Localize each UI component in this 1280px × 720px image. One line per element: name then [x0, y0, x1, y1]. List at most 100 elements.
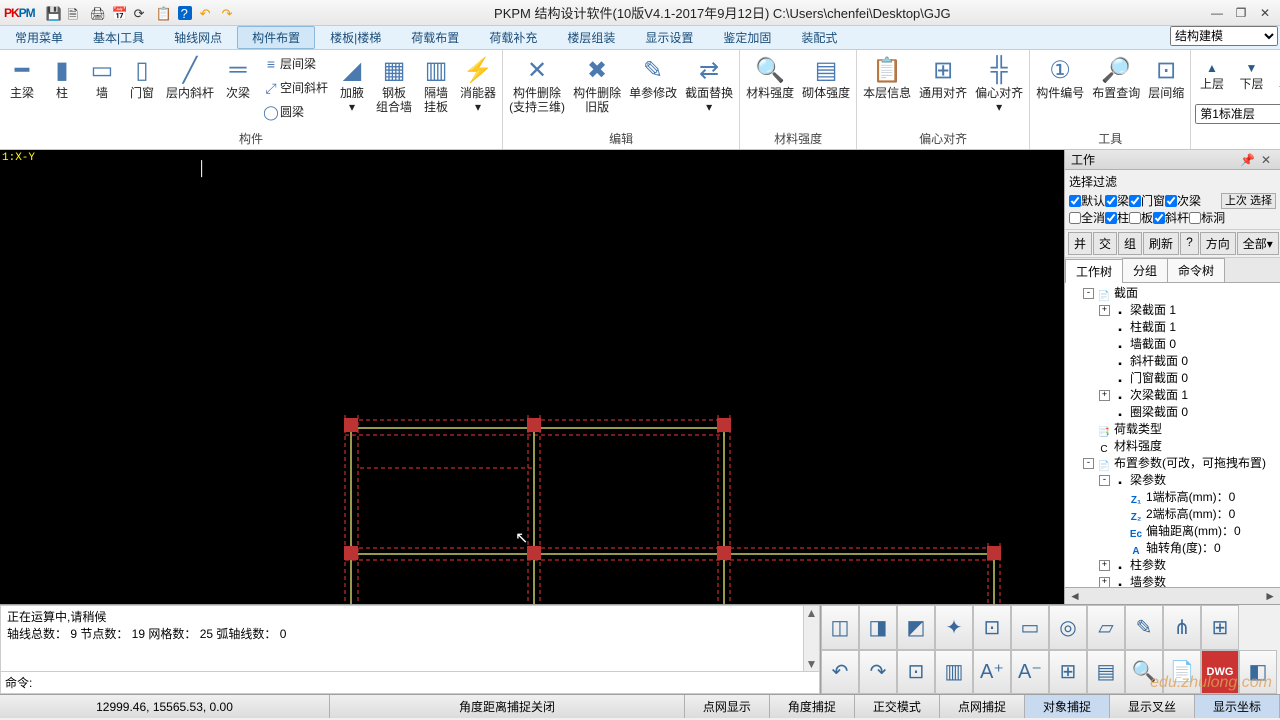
filter-全消[interactable]: 全消: [1069, 209, 1105, 226]
op-全部▾[interactable]: 全部▾: [1237, 232, 1279, 255]
save-all-icon[interactable]: 🗎: [65, 3, 85, 23]
ribbon-btn[interactable]: ✖构件删除 旧版: [569, 52, 625, 116]
tree-item[interactable]: ▪柱截面 1: [1099, 319, 1278, 336]
filter-标洞[interactable]: 标洞: [1189, 209, 1225, 226]
tree-item[interactable]: Z₁1端标高(mm)：0: [1115, 489, 1278, 506]
save-icon[interactable]: 💾: [43, 3, 63, 23]
tree-item[interactable]: ▪斜杆截面 0: [1099, 353, 1278, 370]
pin-icon[interactable]: 📌: [1237, 153, 1258, 167]
ribbon-btn[interactable]: ⊡层间缩: [1144, 52, 1188, 102]
nav-上层[interactable]: ▲上层: [1193, 52, 1231, 100]
op-?[interactable]: ?: [1180, 232, 1199, 255]
tree-item[interactable]: ▪墙截面 0: [1099, 336, 1278, 353]
ribbon-btn-small[interactable]: ⤢空间斜杆: [258, 76, 332, 100]
menu-7[interactable]: 楼层组装: [552, 26, 630, 49]
palette-btn[interactable]: ⊞: [1049, 650, 1087, 695]
status-点网捕捉[interactable]: 点网捕捉: [940, 695, 1025, 718]
status-显示叉丝[interactable]: 显示叉丝: [1110, 695, 1195, 718]
ribbon-btn[interactable]: ✕构件删除 (支持三维): [505, 52, 569, 116]
palette-btn[interactable]: ⊡: [973, 605, 1011, 650]
filter-默认[interactable]: 默认: [1069, 192, 1105, 209]
ribbon-btn[interactable]: ▦钢板 组合墙: [372, 52, 416, 116]
palette-btn[interactable]: ⋔: [1163, 605, 1201, 650]
palette-btn[interactable]: ↷: [859, 650, 897, 695]
tree-item[interactable]: Ec偏轴距离(mm)：0: [1115, 523, 1278, 540]
undo-icon[interactable]: ↶: [197, 3, 217, 23]
tree-item[interactable]: +▪墙参数: [1099, 574, 1278, 587]
refresh-icon[interactable]: ⟳: [131, 3, 151, 23]
palette-btn[interactable]: ↶: [821, 650, 859, 695]
menu-2[interactable]: 轴线网点: [159, 26, 237, 49]
filter-板[interactable]: 板: [1129, 209, 1153, 226]
menu-0[interactable]: 常用菜单: [0, 26, 78, 49]
menu-9[interactable]: 鉴定加固: [708, 26, 786, 49]
tree-item[interactable]: -▪梁参数: [1099, 472, 1278, 489]
palette-btn[interactable]: ▱: [1087, 605, 1125, 650]
ribbon-btn[interactable]: ▥隔墙 挂板: [416, 52, 456, 116]
op-交[interactable]: 交: [1093, 232, 1117, 255]
op-方向[interactable]: 方向: [1200, 232, 1236, 255]
ribbon-btn[interactable]: ╬偏心对齐 ▾: [971, 52, 1027, 116]
menu-6[interactable]: 荷载补充: [474, 26, 552, 49]
tree-item[interactable]: +▪柱参数: [1099, 557, 1278, 574]
palette-btn[interactable]: ✎: [1125, 605, 1163, 650]
filter-斜杆[interactable]: 斜杆: [1153, 209, 1189, 226]
ribbon-btn[interactable]: ◢加腋 ▾: [332, 52, 372, 116]
palette-btn[interactable]: ◧: [1239, 650, 1277, 695]
ribbon-btn[interactable]: ⚡消能器 ▾: [456, 52, 500, 116]
scroll-up-icon[interactable]: ▲: [806, 606, 818, 620]
ribbon-btn[interactable]: 🔍材料强度: [742, 52, 798, 102]
minimize-button[interactable]: —: [1206, 4, 1228, 22]
ribbon-btn[interactable]: ⊞通用对齐: [915, 52, 971, 102]
maximize-button[interactable]: ❐: [1230, 4, 1252, 22]
drawing-canvas[interactable]: 1:X-Y │: [0, 150, 1064, 604]
palette-btn[interactable]: 📄: [1163, 650, 1201, 695]
tree-item[interactable]: +▪次梁截面 1: [1099, 387, 1278, 404]
op-组[interactable]: 组: [1118, 232, 1142, 255]
filter-次梁[interactable]: 次梁: [1165, 192, 1201, 209]
palette-btn[interactable]: ◎: [1049, 605, 1087, 650]
palette-btn[interactable]: ◩: [897, 605, 935, 650]
tree-item[interactable]: Z₂2端标高(mm)：0: [1115, 506, 1278, 523]
palette-btn[interactable]: ◫: [821, 605, 859, 650]
palette-btn[interactable]: ⊞: [1201, 605, 1239, 650]
ribbon-btn[interactable]: ▭墙: [82, 52, 122, 102]
ribbon-btn-small[interactable]: ≡层间梁: [258, 52, 332, 76]
ribbon-btn[interactable]: 📋本层信息: [859, 52, 915, 102]
tab-工作树[interactable]: 工作树: [1065, 259, 1123, 283]
filter-门窗[interactable]: 门窗: [1129, 192, 1165, 209]
nav-单层[interactable]: ◇单层: [1272, 52, 1280, 100]
tree-item[interactable]: -📄截面: [1083, 285, 1278, 302]
palette-btn[interactable]: A⁺: [973, 650, 1011, 695]
ribbon-btn[interactable]: ✎单参修改: [625, 52, 681, 102]
mode-dropdown[interactable]: 结构建模: [1170, 26, 1278, 46]
ribbon-btn[interactable]: 🔎布置查询: [1088, 52, 1144, 102]
palette-btn[interactable]: ▤: [1087, 650, 1125, 695]
palette-btn[interactable]: A⁻: [1011, 650, 1049, 695]
scroll-right-icon[interactable]: ►: [1264, 589, 1276, 603]
status-正交模式[interactable]: 正交模式: [855, 695, 940, 718]
palette-btn[interactable]: ▭: [1011, 605, 1049, 650]
calendar-icon[interactable]: 📅: [109, 3, 129, 23]
tree-item[interactable]: +▪梁截面 1: [1099, 302, 1278, 319]
menu-4[interactable]: 楼板|楼梯: [315, 26, 396, 49]
ribbon-btn[interactable]: ▯门窗: [122, 52, 162, 102]
op-并[interactable]: 并: [1068, 232, 1092, 255]
menu-3[interactable]: 构件布置: [237, 26, 315, 49]
status-点网显示[interactable]: 点网显示: [685, 695, 770, 718]
floor-dropdown[interactable]: 第1标准层: [1195, 104, 1280, 124]
ribbon-btn[interactable]: ▤砌体强度: [798, 52, 854, 102]
tree-item[interactable]: C材料强度: [1083, 438, 1278, 455]
tree-item[interactable]: 📑荷载类型: [1083, 421, 1278, 438]
menu-5[interactable]: 荷载布置: [396, 26, 474, 49]
nav-下层[interactable]: ▼下层: [1233, 52, 1271, 100]
redo-icon[interactable]: ↷: [219, 3, 239, 23]
ribbon-btn[interactable]: ①构件编号: [1032, 52, 1088, 102]
palette-btn[interactable]: ◨: [859, 605, 897, 650]
command-input[interactable]: [32, 676, 815, 690]
palette-btn[interactable]: DWG: [1201, 650, 1239, 695]
tree-item[interactable]: A轴转角(度)：0: [1115, 540, 1278, 557]
palette-btn[interactable]: 🔍: [1125, 650, 1163, 695]
ribbon-btn[interactable]: ═次梁: [218, 52, 258, 102]
ribbon-btn-small[interactable]: ◯圆梁: [258, 100, 332, 124]
